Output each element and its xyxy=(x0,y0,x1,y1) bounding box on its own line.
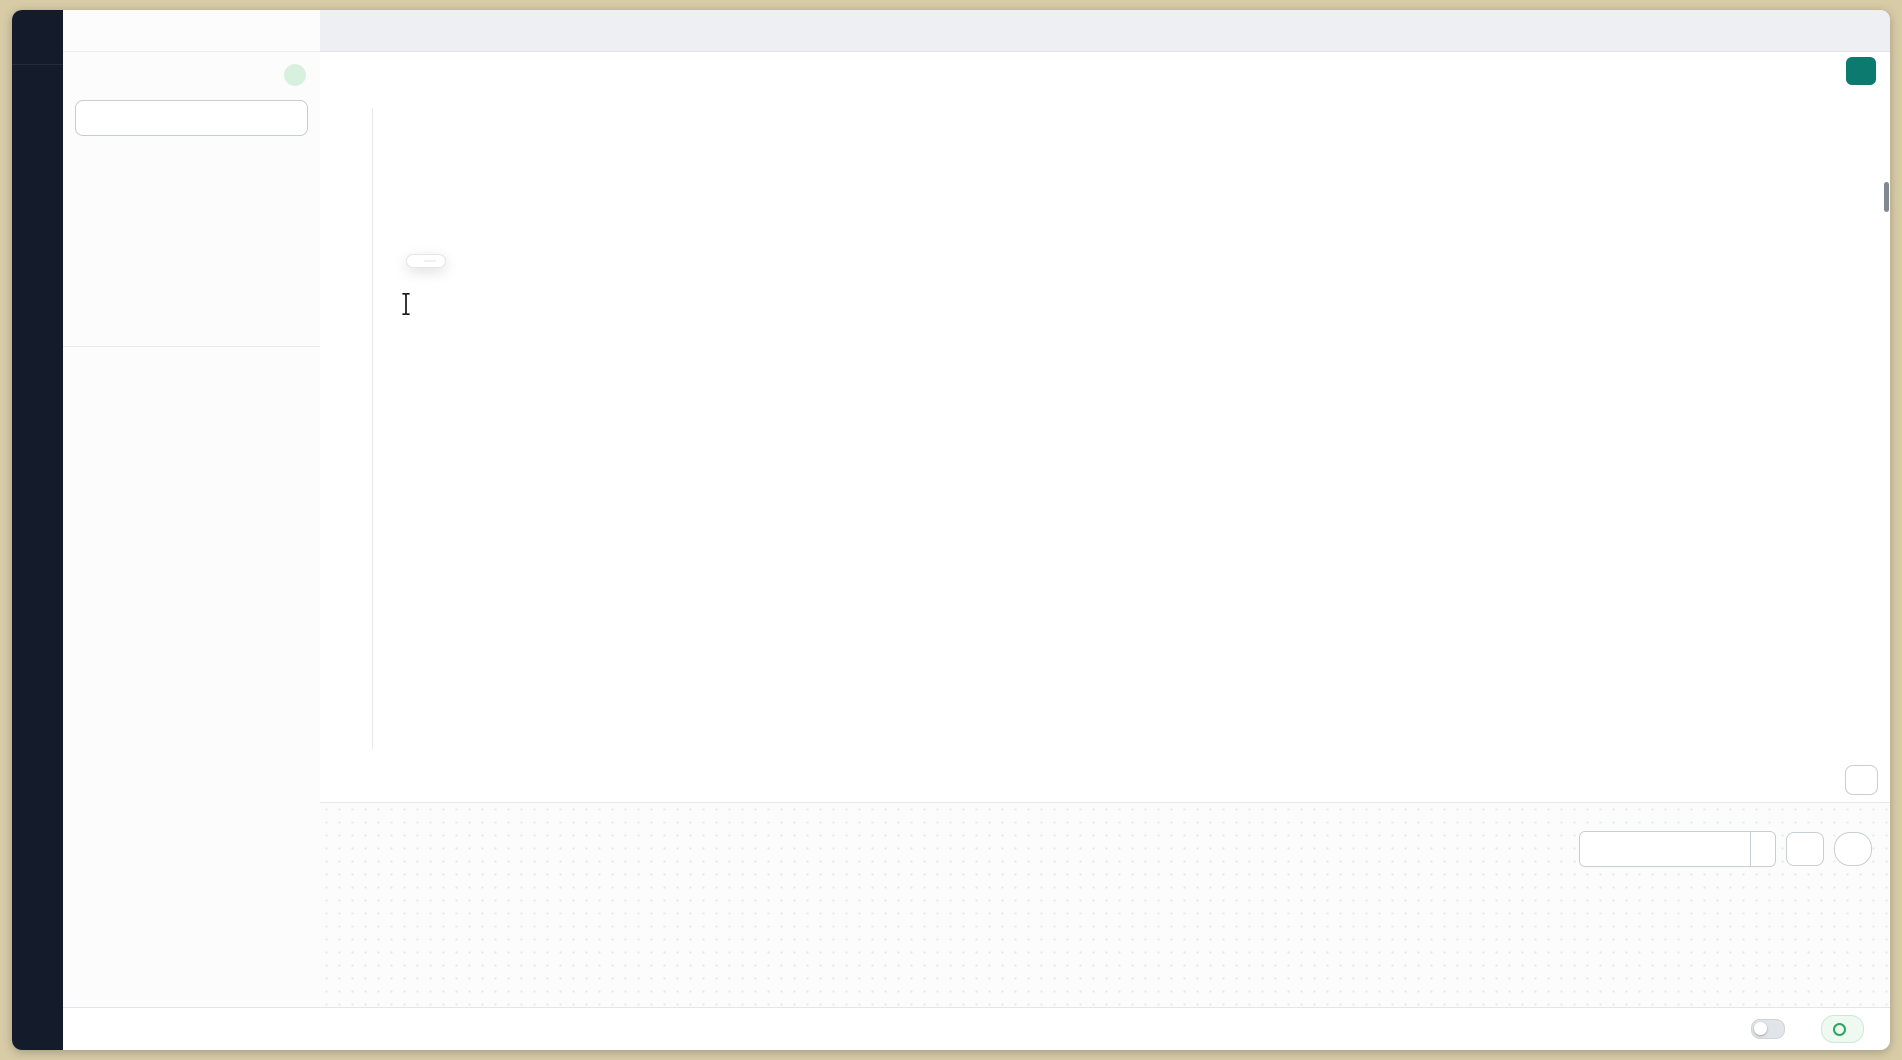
status-bar xyxy=(63,1007,1890,1050)
status-badge[interactable] xyxy=(1821,1015,1864,1043)
icon-rail xyxy=(12,10,63,1050)
lineage-selector-group xyxy=(1579,831,1776,867)
editor-tab-bar xyxy=(320,10,1890,52)
scrollbar-thumb[interactable] xyxy=(1884,182,1889,212)
dbt-ide-window xyxy=(12,10,1890,1050)
lineage-controls xyxy=(1579,831,1872,867)
dbt-logo[interactable] xyxy=(12,10,63,65)
save-button[interactable] xyxy=(1846,57,1876,85)
update-graph-button[interactable] xyxy=(1750,832,1775,866)
refresh-icon[interactable] xyxy=(1834,832,1872,866)
screenshot-frame: { "panel": { "branch": "mirnawong1-patch… xyxy=(0,0,1902,1060)
lineage-graph-panel xyxy=(320,802,1890,1008)
file-tree xyxy=(63,385,320,1008)
code-editor[interactable] xyxy=(320,88,1890,758)
file-explorer-header[interactable] xyxy=(63,347,320,362)
text-cursor-pointer xyxy=(400,292,412,321)
defer-toggle[interactable] xyxy=(1751,1019,1785,1039)
changes-count-badge xyxy=(284,64,306,86)
dbt-copilot-button[interactable] xyxy=(1845,765,1878,795)
version-control-header[interactable] xyxy=(63,52,320,92)
file-explorer-section xyxy=(63,346,320,1008)
bottom-toolbar xyxy=(320,758,1890,802)
lineage-selector-input[interactable] xyxy=(1580,832,1750,866)
edit-tooltip[interactable] xyxy=(406,254,446,268)
ready-ring-icon xyxy=(1833,1023,1846,1036)
edit-tooltip-shortcut xyxy=(424,260,436,262)
main-column xyxy=(320,10,1890,1008)
commit-and-sync-select[interactable] xyxy=(75,100,308,136)
branch-row[interactable] xyxy=(63,10,320,52)
left-panel xyxy=(63,10,321,1008)
indent-guide xyxy=(372,108,373,750)
minimap[interactable] xyxy=(1776,94,1882,262)
fullscreen-icon[interactable] xyxy=(1786,832,1824,866)
breadcrumb-row xyxy=(320,52,1890,90)
